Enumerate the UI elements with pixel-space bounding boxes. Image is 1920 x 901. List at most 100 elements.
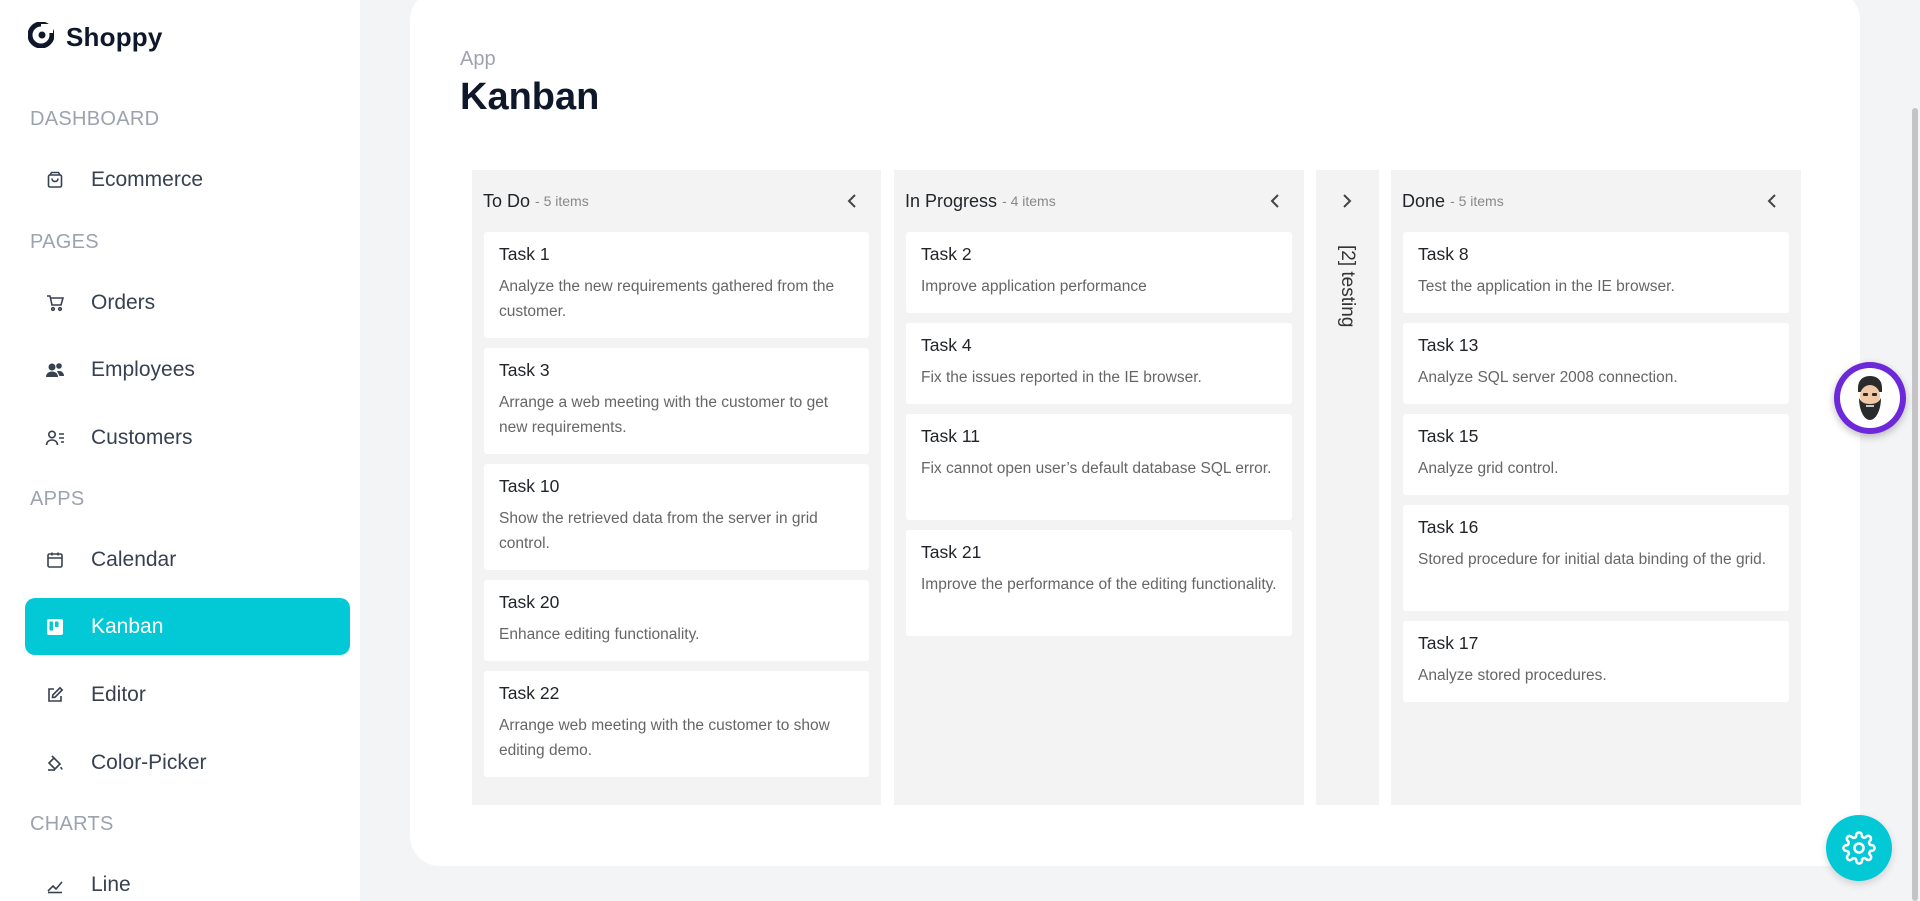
sidebar-item-label: Orders — [91, 290, 156, 314]
kanban-card[interactable]: Task 16 Stored procedure for initial data… — [1403, 505, 1789, 611]
card-description: Test the application in the IE browser. — [1418, 278, 1675, 295]
calendar-icon — [45, 550, 65, 570]
card-title: Task 20 — [499, 592, 560, 612]
shoppy-logo-icon — [27, 21, 55, 53]
sidebar-item-customers[interactable]: Customers — [25, 409, 350, 466]
shopping-bag-icon — [45, 170, 65, 190]
card-title: Task 17 — [1418, 633, 1479, 653]
card-description: Analyze stored procedures. — [1418, 667, 1607, 684]
section-title-charts: CHARTS — [30, 813, 114, 835]
card-description: Enhance editing functionality. — [499, 626, 700, 643]
card-description: Analyze the new requirements gathered fr… — [499, 278, 835, 320]
sidebar-item-color-picker[interactable]: Color-Picker — [25, 734, 350, 791]
card-description: Stored procedure for initial data bindin… — [1418, 551, 1767, 568]
kanban-card[interactable]: Task 17 Analyze stored procedures. — [1403, 621, 1789, 702]
card-title: Task 22 — [499, 683, 560, 703]
sidebar-item-orders[interactable]: Orders — [25, 274, 350, 331]
chevron-left-icon — [1767, 194, 1776, 208]
column-item-count: - 4 items — [1002, 193, 1056, 209]
sidebar: Shoppy DASHBOARD Ecommerce PAGES Orders … — [0, 0, 360, 901]
card-description: Improve application performance — [921, 278, 1147, 295]
chevron-left-icon — [1270, 194, 1279, 208]
card-title: Task 13 — [1418, 335, 1479, 355]
kanban-card[interactable]: Task 8 Test the application in the IE bro… — [1403, 232, 1789, 313]
collapse-column-button[interactable] — [1264, 190, 1286, 212]
kanban-card[interactable]: Task 3 Arrange a web meeting with the cus… — [484, 348, 869, 454]
card-title: Task 16 — [1418, 517, 1479, 537]
kanban-card[interactable]: Task 22 Arrange web meeting with the cust… — [484, 671, 869, 777]
paint-bucket-icon — [45, 753, 65, 773]
chevron-right-icon — [1343, 194, 1352, 208]
kanban-card[interactable]: Task 4 Fix the issues reported in the IE … — [906, 323, 1292, 404]
kanban-card[interactable]: Task 2 Improve application performance — [906, 232, 1292, 313]
collapse-column-button[interactable] — [841, 190, 863, 212]
page-title: Kanban — [460, 76, 600, 118]
section-title-apps: APPS — [30, 488, 85, 510]
users-icon — [45, 360, 65, 380]
cart-icon — [45, 293, 65, 313]
sidebar-item-ecommerce[interactable]: Ecommerce — [25, 151, 350, 208]
section-title-dashboard: DASHBOARD — [30, 108, 160, 130]
card-description: Show the retrieved data from the server … — [499, 510, 818, 552]
kanban-column-todo: To Do - 5 items Task 1 Analyze the new re… — [472, 170, 881, 805]
sidebar-item-label: Employees — [91, 357, 195, 381]
card-description: Arrange a web meeting with the customer … — [499, 394, 829, 436]
card-description: Fix the issues reported in the IE browse… — [921, 369, 1202, 386]
card-description: Fix cannot open user’s default database … — [921, 460, 1272, 477]
collapsed-column-label: [2] testing — [1337, 245, 1358, 328]
chat-avatar-button[interactable] — [1834, 362, 1906, 434]
column-header: In Progress - 4 items — [894, 170, 1304, 232]
kanban-column-in-progress: In Progress - 4 items Task 2 Improve appl… — [894, 170, 1304, 805]
sidebar-item-label: Line — [91, 872, 131, 896]
sidebar-item-calendar[interactable]: Calendar — [25, 531, 350, 588]
gear-icon — [1842, 831, 1876, 865]
sidebar-item-label: Color-Picker — [91, 750, 207, 774]
card-title: Task 2 — [921, 244, 972, 264]
settings-button[interactable] — [1826, 815, 1892, 881]
kanban-column-testing-collapsed[interactable]: [2] testing — [1316, 170, 1379, 805]
sidebar-item-label: Calendar — [91, 547, 177, 571]
sidebar-item-editor[interactable]: Editor — [25, 666, 350, 723]
card-description: Arrange web meeting with the customer to… — [499, 717, 830, 759]
kanban-card[interactable]: Task 1 Analyze the new requirements gathe… — [484, 232, 869, 338]
collapse-column-button[interactable] — [1761, 190, 1783, 212]
column-item-count: - 5 items — [1450, 193, 1504, 209]
app-name: Shoppy — [66, 22, 163, 52]
card-title: Task 4 — [921, 335, 972, 355]
line-chart-icon — [45, 875, 65, 895]
column-title: To Do — [483, 190, 531, 211]
card-description: Improve the performance of the editing f… — [921, 576, 1277, 593]
card-description: Analyze SQL server 2008 connection. — [1418, 369, 1678, 386]
column-title: Done — [1402, 190, 1446, 211]
sidebar-item-label: Kanban — [91, 614, 164, 638]
card-title: Task 15 — [1418, 426, 1479, 446]
page-category: App — [460, 48, 496, 70]
column-header: To Do - 5 items — [472, 170, 881, 232]
card-title: Task 3 — [499, 360, 550, 380]
card-title: Task 21 — [921, 542, 982, 562]
column-body: Task 8 Test the application in the IE bro… — [1391, 232, 1801, 702]
kanban-card[interactable]: Task 10 Show the retrieved data from the … — [484, 464, 869, 570]
sidebar-item-employees[interactable]: Employees — [25, 341, 350, 398]
sidebar-item-line[interactable]: Line — [25, 856, 350, 901]
kanban-card[interactable]: Task 15 Analyze grid control. — [1403, 414, 1789, 495]
column-item-count: - 5 items — [535, 193, 589, 209]
kanban-icon — [45, 617, 65, 637]
kanban-card[interactable]: Task 13 Analyze SQL server 2008 connectio… — [1403, 323, 1789, 404]
edit-icon — [45, 685, 65, 705]
bearded-man-avatar-icon — [1840, 368, 1900, 428]
expand-column-button[interactable] — [1336, 190, 1358, 212]
kanban-card[interactable]: Task 11 Fix cannot open user’s default da… — [906, 414, 1292, 520]
app-logo[interactable]: Shoppy — [27, 21, 163, 53]
card-title: Task 11 — [921, 426, 981, 446]
kanban-card[interactable]: Task 20 Enhance editing functionality. — [484, 580, 869, 661]
sidebar-item-kanban[interactable]: Kanban — [25, 598, 350, 655]
kanban-card[interactable]: Task 21 Improve the performance of the ed… — [906, 530, 1292, 636]
column-body: Task 1 Analyze the new requirements gathe… — [472, 232, 881, 777]
sidebar-item-label: Ecommerce — [91, 167, 204, 191]
contact-list-icon — [45, 428, 65, 448]
page-scrollbar[interactable] — [1912, 108, 1918, 901]
kanban-column-done: Done - 5 items Task 8 Test the applicatio… — [1391, 170, 1801, 805]
sidebar-item-label: Editor — [91, 682, 146, 706]
section-title-pages: PAGES — [30, 231, 99, 253]
